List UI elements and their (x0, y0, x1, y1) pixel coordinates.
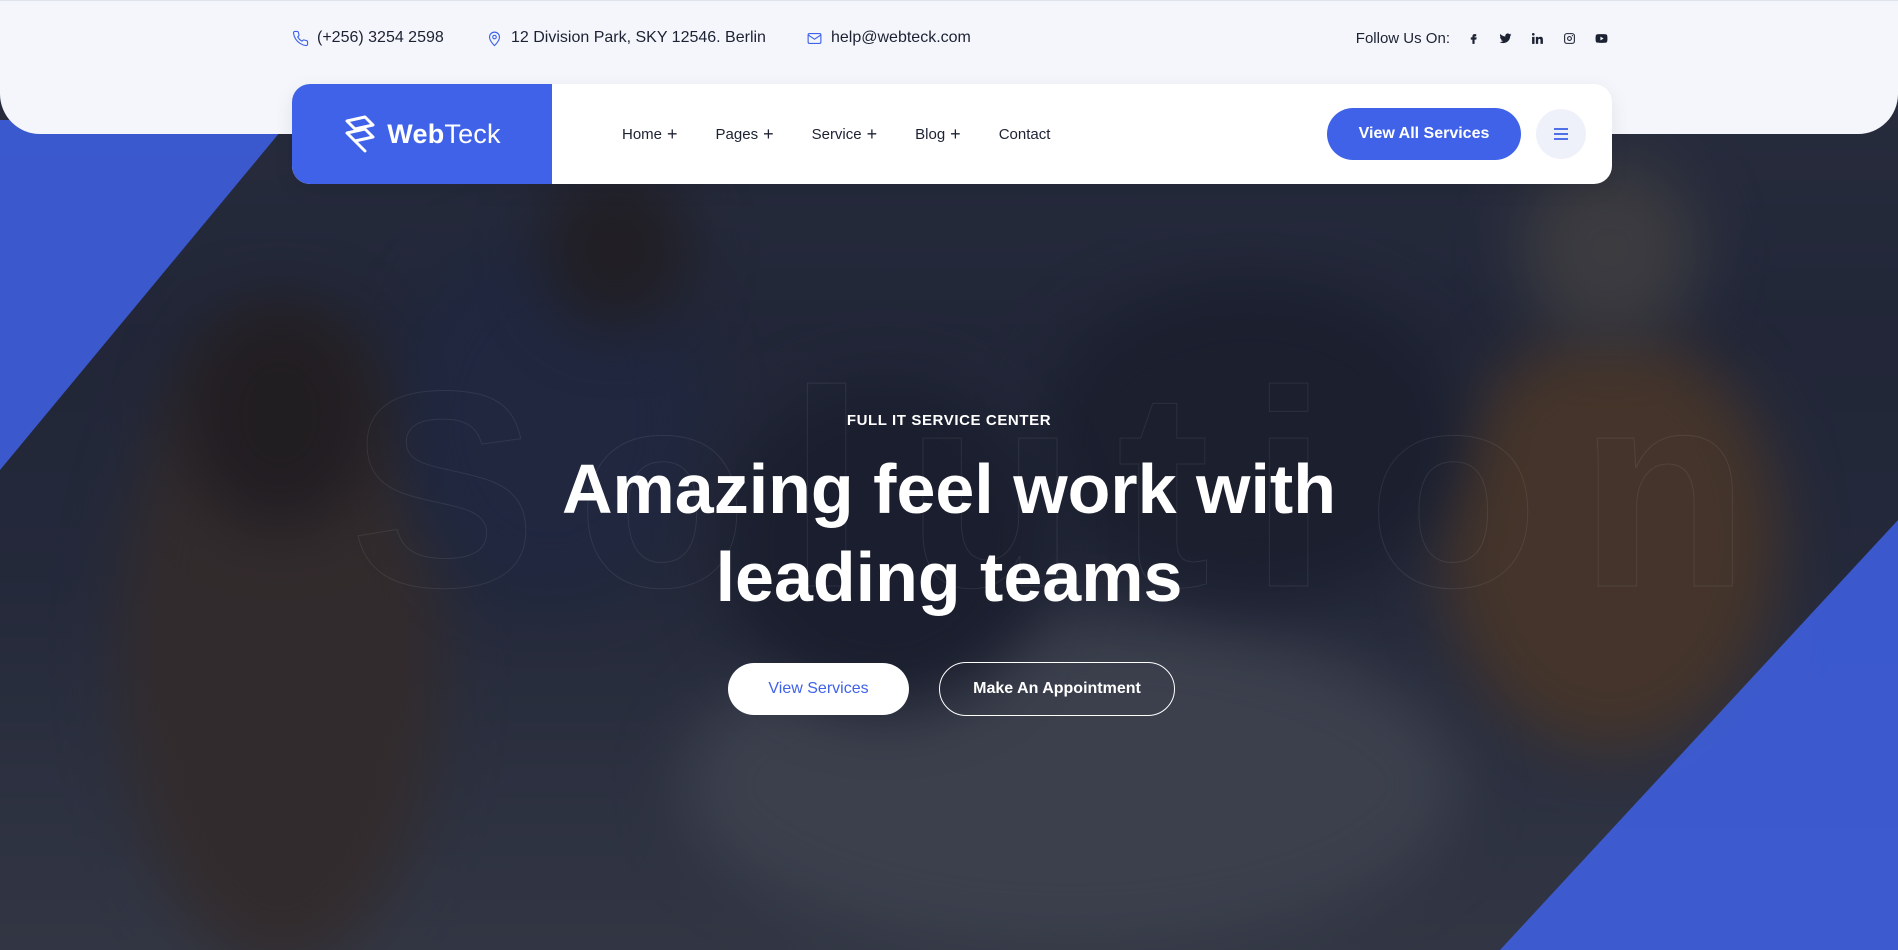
phone-contact[interactable]: (+256) 3254 2598 (292, 29, 444, 47)
email-contact[interactable]: help@webteck.com (806, 29, 971, 47)
address-info: 12 Division Park, SKY 12546. Berlin (486, 29, 766, 47)
nav-item-label: Blog (915, 125, 946, 143)
nav-item-service[interactable]: Service + (812, 125, 878, 143)
instagram-icon[interactable] (1560, 29, 1578, 47)
hamburger-icon (1554, 128, 1568, 140)
hero-headline-line-2: leading teams (715, 538, 1183, 616)
nav-item-label: Service (811, 125, 862, 143)
nav-item-home[interactable]: Home + (622, 125, 678, 143)
email-address: help@webteck.com (831, 29, 971, 46)
primary-nav: Home + Pages + Service + Blog + Contact (622, 84, 1050, 184)
location-pin-icon (488, 31, 501, 46)
brand-name-bold: Web (387, 118, 445, 149)
mail-icon (807, 32, 822, 44)
nav-item-label: Home (622, 125, 663, 143)
make-appointment-button[interactable]: Make An Appointment (939, 662, 1175, 716)
plus-icon: + (866, 124, 878, 144)
phone-icon (292, 30, 309, 46)
nav-item-label: Pages (715, 125, 759, 143)
phone-number: (+256) 3254 2598 (317, 29, 444, 46)
follow-label: Follow Us On: (1355, 29, 1450, 47)
address-text: 12 Division Park, SKY 12546. Berlin (511, 29, 766, 46)
plus-icon: + (763, 124, 774, 144)
facebook-icon[interactable] (1464, 29, 1482, 47)
logo-mark-icon (345, 115, 375, 153)
nav-item-pages[interactable]: Pages + (716, 125, 774, 143)
nav-item-label: Contact (998, 125, 1051, 143)
menu-toggle-button[interactable] (1536, 109, 1586, 159)
brand-logo[interactable]: WebTeck (292, 84, 552, 184)
youtube-icon[interactable] (1592, 29, 1610, 47)
view-all-services-button[interactable]: View All Services (1327, 108, 1521, 160)
nav-item-contact[interactable]: Contact (999, 126, 1051, 143)
hero-headline-line-1: Amazing feel work with (562, 450, 1336, 528)
plus-icon: + (950, 124, 961, 144)
view-services-button[interactable]: View Services (728, 663, 909, 715)
brand-name: WebTeck (387, 119, 500, 150)
hero-kicker: FULL IT SERVICE CENTER (846, 412, 1052, 429)
hero-headline: Amazing feel work with leading teams (0, 445, 1898, 621)
twitter-icon[interactable] (1496, 29, 1514, 47)
brand-name-light: Teck (444, 118, 501, 149)
plus-icon: + (667, 124, 678, 144)
nav-item-blog[interactable]: Blog + (915, 125, 961, 143)
main-navbar: WebTeck Home + Pages + Service + Blog + … (292, 84, 1612, 184)
social-follow: Follow Us On: (1356, 29, 1610, 47)
linkedin-icon[interactable] (1528, 29, 1546, 47)
